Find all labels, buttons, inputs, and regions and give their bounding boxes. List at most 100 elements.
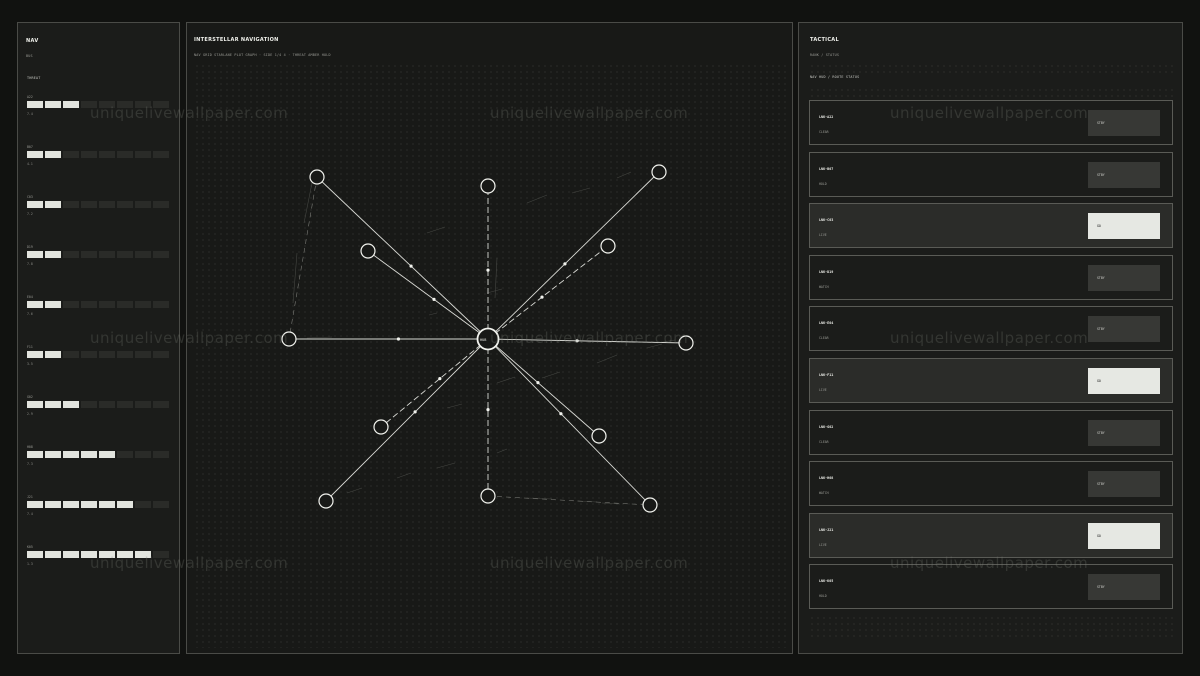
route-card[interactable]: LNK-H08 WATCH STBY [809,461,1173,507]
route-marker-dot [409,264,413,268]
route-id: LNK-G02 [819,424,834,429]
threat-stat-row[interactable]: D19 7.8 [27,245,172,285]
route-id: LNK-B07 [819,166,834,171]
star-node[interactable] [678,335,694,351]
star-node[interactable] [281,331,297,347]
route-marker-dot [432,297,436,301]
route-id: LNK-A22 [819,115,834,119]
star-node[interactable] [591,428,607,444]
route-action-button[interactable]: GO [1088,213,1160,240]
starlane-graph[interactable]: HUB [187,23,794,655]
route-card[interactable]: LNK-A22 CLEAR STBY [809,100,1173,145]
threat-stat-row[interactable]: A22 7.4 [27,95,172,135]
bar-segment [27,251,43,258]
star-node[interactable] [309,169,325,185]
star-map-panel: INTERSTELLAR NAVIGATION NAV GRID STARLAN… [186,22,793,654]
star-node[interactable] [360,243,376,259]
stat-code: J21 [27,495,33,499]
threat-stat-row[interactable]: H08 7.3 [27,445,172,485]
bar-segment [63,351,79,358]
stat-code: F11 [27,345,33,349]
bar-segment [99,201,115,208]
star-node[interactable] [480,488,496,504]
right-panel-subtitle: RANK / STATUS [810,53,840,57]
route-action-button[interactable]: GO [1088,368,1160,394]
threat-stat-row[interactable]: E04 7.6 [27,295,172,335]
bar-segment [99,301,115,308]
route-card[interactable]: LNK-K05 HOLD STBY [809,564,1173,610]
bar-segment [63,151,79,158]
bar-segment [117,251,133,258]
star-node[interactable] [642,497,658,513]
bar-segment [81,151,97,158]
stat-code: E04 [27,295,33,299]
bar-segment [45,101,61,108]
route-section-label: NAV HUD / ROUTE STATUS [810,75,860,79]
threat-level-bar [27,151,169,158]
bar-segment [45,151,61,158]
threat-stat-row[interactable]: C03 7.2 [27,195,172,235]
threat-stat-row[interactable]: B07 4.1 [27,145,172,185]
bar-segment [27,451,43,458]
route-card[interactable]: LNK-F11 LIVE GO [809,358,1173,403]
stat-value: 7.3 [27,462,33,466]
route-action-button[interactable]: STBY [1088,419,1160,446]
bar-segment [153,301,169,308]
stat-value: 7.6 [27,312,33,316]
bar-segment [153,251,169,258]
bar-segment [81,201,97,208]
threat-stat-row[interactable]: G02 2.9 [27,395,172,435]
star-node[interactable] [318,493,334,509]
threat-stat-row[interactable]: K05 1.3 [27,545,172,585]
threat-level-bar [27,301,169,308]
bar-segment [27,201,43,208]
bar-segment [99,551,115,558]
bar-segment [153,401,169,408]
bar-segment [81,551,97,558]
left-panel-subtitle: BUS [26,54,33,58]
route-card[interactable]: LNK-D19 WATCH STBY [809,254,1173,300]
route-status: CLEAR [819,336,829,341]
route-card[interactable]: LNK-C03 LIVE GO [809,203,1173,249]
bar-segment [45,501,61,508]
route-action-button[interactable]: STBY [1088,574,1160,601]
route-action-button[interactable]: GO [1088,522,1160,549]
bar-segment [153,201,169,208]
stat-value: 7.2 [27,212,33,216]
route-action-button[interactable]: STBY [1088,161,1160,188]
header-dot-band [809,87,1173,99]
starlane-edge [380,338,489,428]
route-id: LNK-J21 [819,527,834,532]
star-node[interactable] [373,419,389,435]
header-dot-band [809,63,1173,75]
hub-node[interactable]: HUB [476,327,500,351]
bar-segment [63,301,79,308]
star-node[interactable] [480,178,496,194]
threat-stat-row[interactable]: J21 7.4 [27,495,172,535]
bar-segment [99,151,115,158]
route-card[interactable]: LNK-E04 CLEAR STBY [809,306,1173,352]
bar-segment [45,301,61,308]
bar-segment [81,301,97,308]
route-action-button[interactable]: STBY [1088,264,1160,291]
stat-code: D19 [27,245,33,249]
bar-segment [63,401,79,408]
route-marker-dot [536,381,540,385]
star-node[interactable] [651,164,667,180]
route-action-button[interactable]: STBY [1088,316,1160,343]
bar-segment [135,551,151,558]
bar-segment [135,501,151,508]
route-card[interactable]: LNK-J21 LIVE GO [809,512,1173,558]
route-action-button[interactable]: STBY [1088,110,1160,136]
bar-segment [99,351,115,358]
route-card[interactable]: LNK-B07 HOLD STBY [809,151,1173,197]
bar-segment [117,551,133,558]
star-node[interactable] [600,238,616,254]
route-action-button[interactable]: STBY [1088,471,1160,498]
bar-segment [45,401,61,408]
stat-value: 7.4 [27,512,33,516]
route-card[interactable]: LNK-G02 CLEAR STBY [809,409,1173,455]
secondary-link [487,495,651,506]
threat-stat-row[interactable]: F11 3.5 [27,345,172,385]
route-status: CLEAR [819,439,829,444]
